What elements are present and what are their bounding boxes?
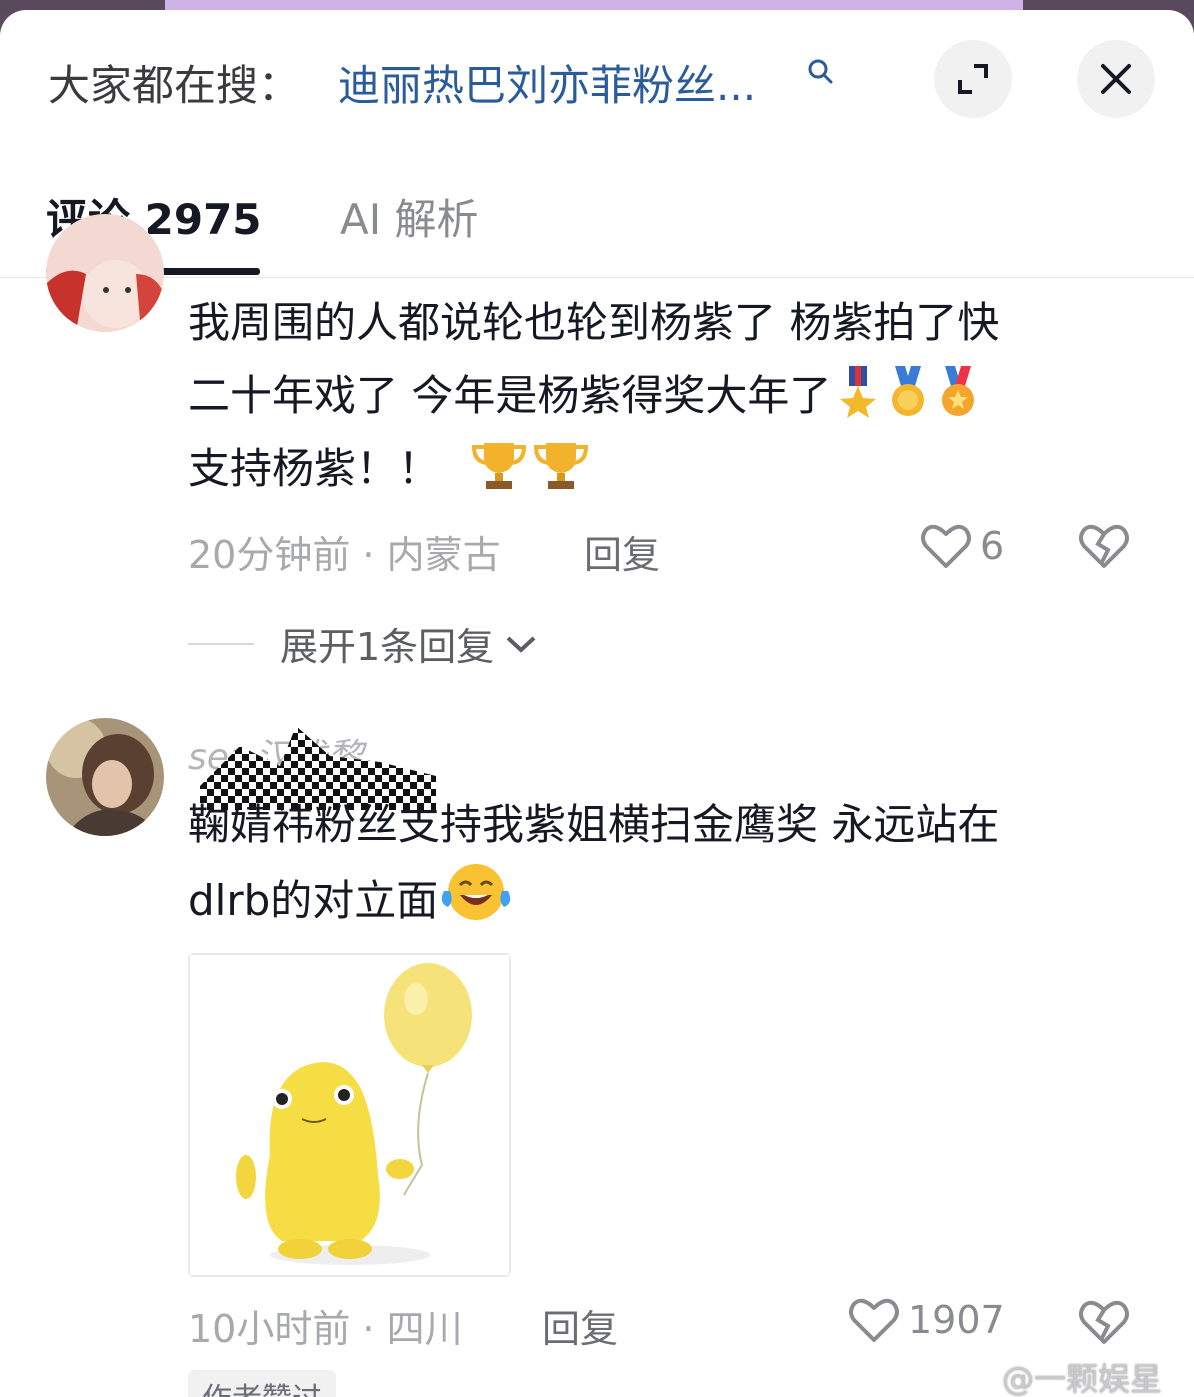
watermark: @一颗娱星 — [1002, 1360, 1163, 1397]
like-count: 6 — [980, 524, 1005, 568]
divider — [188, 642, 254, 645]
comment-time-location: 10小时前 · 四川 — [188, 1307, 463, 1351]
expand-replies-label: 展开1条回复 — [280, 625, 495, 669]
like-button[interactable]: 6 — [920, 522, 1004, 570]
search-row: 大家都在搜： 迪丽热巴刘亦菲粉丝... — [0, 10, 1194, 130]
tab-bar: 评论 2975 AI 解析 — [0, 180, 1194, 278]
gold-medal-icon — [892, 366, 925, 416]
comment-line: 我周围的人都说轮也轮到杨紫了 杨紫拍了快 — [188, 298, 1000, 347]
comment-line: 二十年戏了 今年是杨紫得奖大年了 — [188, 359, 999, 432]
heart-icon — [849, 1298, 899, 1342]
comment-image[interactable] — [188, 953, 511, 1277]
comment-sheet: 大家都在搜： 迪丽热巴刘亦菲粉丝... 评论 2975 AI 解析 我周围的人都… — [0, 10, 1194, 1397]
reply-button[interactable]: 回复 — [542, 1298, 618, 1353]
expand-button[interactable] — [934, 40, 1012, 118]
search-suggestion-link[interactable]: 迪丽热巴刘亦菲粉丝... — [338, 52, 808, 113]
yellow-mascot-with-balloon-image — [190, 955, 509, 1275]
close-button[interactable] — [1077, 40, 1155, 118]
close-icon — [1101, 64, 1131, 94]
heart-icon — [921, 524, 971, 568]
sports-medal-icon — [942, 366, 975, 416]
comment-line: 支持杨紫！！ — [188, 432, 999, 505]
expand-icon — [958, 64, 988, 94]
search-prefix: 大家都在搜： — [48, 61, 301, 110]
background-bar — [165, 0, 1023, 10]
comment-time-location: 20分钟前 · 内蒙古 — [188, 533, 501, 577]
avatar[interactable] — [46, 718, 164, 836]
author-liked-badge: 作者赞过 — [188, 1370, 336, 1397]
like-count: 1907 — [908, 1298, 1005, 1342]
dislike-icon[interactable] — [1078, 522, 1130, 570]
comment-body: 我周围的人都说轮也轮到杨紫了 杨紫拍了快 二十年戏了 今年是杨紫得奖大年了 支持… — [188, 286, 999, 505]
comment-line: 鞠婧祎粉丝支持我紫姐横扫金鹰奖 永远站在 — [188, 800, 1000, 849]
tears-of-joy-icon — [442, 864, 511, 920]
comment-body: 鞠婧祎粉丝支持我紫姐横扫金鹰奖 永远站在 dlrb的对立面 — [188, 788, 999, 937]
tab-ai-analysis[interactable]: AI 解析 — [340, 186, 478, 247]
dislike-icon[interactable] — [1078, 1298, 1130, 1346]
reply-button[interactable]: 回复 — [584, 524, 660, 579]
like-button[interactable]: 1907 — [848, 1296, 1005, 1344]
avatar[interactable] — [46, 214, 164, 332]
chevron-down-icon — [506, 636, 536, 653]
search-icon[interactable] — [806, 58, 834, 86]
military-medal-icon — [840, 366, 877, 418]
expand-replies-button[interactable]: 展开1条回复 — [188, 616, 538, 671]
comment-line: dlrb的对立面 — [188, 861, 999, 937]
trophy-icon — [472, 443, 527, 489]
trophy-icon — [534, 443, 589, 489]
